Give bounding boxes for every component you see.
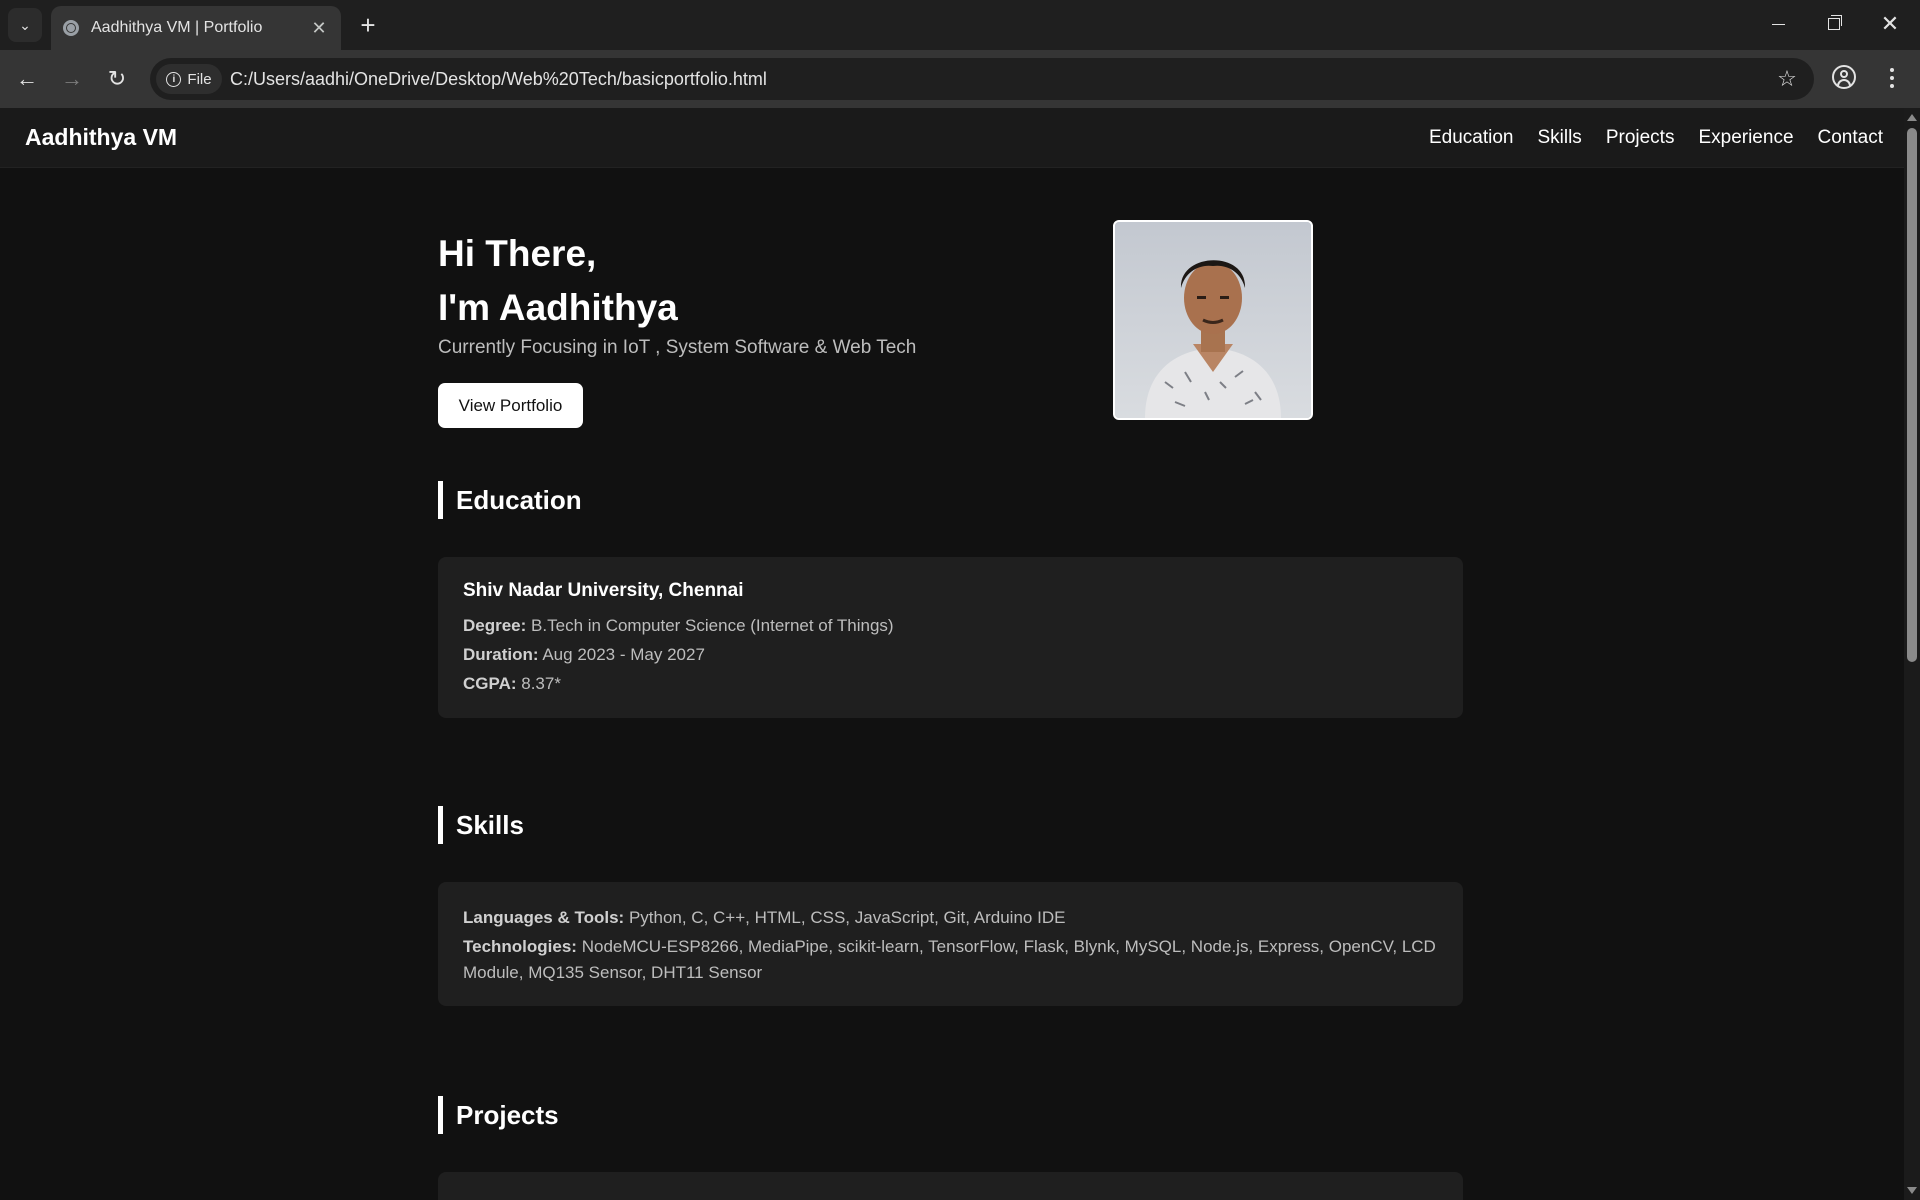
- duration-line: Duration: Aug 2023 - May 2027: [463, 640, 1438, 669]
- page-scrollbar[interactable]: [1904, 108, 1920, 1200]
- nav-link-projects[interactable]: Projects: [1606, 127, 1675, 149]
- languages-value: Python, C, C++, HTML, CSS, JavaScript, G…: [628, 908, 1066, 927]
- education-heading: Education: [438, 481, 582, 519]
- info-icon: i: [166, 71, 182, 87]
- tab-strip: ⌄ Aadhithya VM | Portfolio ✕ + ✕: [0, 0, 1920, 50]
- technologies-line: Technologies: NodeMCU-ESP8266, MediaPipe…: [463, 934, 1438, 986]
- window-close-button[interactable]: ✕: [1862, 0, 1918, 48]
- plus-icon: +: [360, 9, 376, 40]
- new-tab-button[interactable]: +: [353, 10, 383, 40]
- duration-value: Aug 2023 - May 2027: [542, 645, 705, 664]
- arrow-right-icon: →: [61, 66, 83, 91]
- chevron-down-icon: ⌄: [19, 16, 31, 33]
- degree-label: Degree:: [463, 616, 527, 635]
- hero-name: I'm Aadhithya: [438, 287, 678, 328]
- browser-tab[interactable]: Aadhithya VM | Portfolio ✕: [51, 6, 341, 50]
- degree-value: B.Tech in Computer Science (Internet of …: [531, 616, 894, 635]
- forward-button[interactable]: →: [56, 63, 88, 95]
- languages-line: Languages & Tools: Python, C, C++, HTML,…: [463, 905, 1438, 931]
- duration-label: Duration:: [463, 645, 539, 664]
- nav-link-education[interactable]: Education: [1429, 127, 1514, 149]
- hero-heading: Hi There, I'm Aadhithya: [438, 227, 678, 335]
- reload-icon: ↻: [107, 66, 127, 91]
- more-menu-icon[interactable]: [1880, 65, 1904, 91]
- scroll-thumb[interactable]: [1907, 128, 1917, 662]
- institution-name: Shiv Nadar University, Chennai: [463, 580, 744, 601]
- brand-logo[interactable]: Aadhithya VM: [25, 108, 177, 167]
- hero-greeting: Hi There,: [438, 233, 597, 274]
- tab-title: Aadhithya VM | Portfolio: [91, 19, 263, 36]
- cgpa-label: CGPA:: [463, 674, 517, 693]
- browser-toolbar: ← → ↻ i File C:/Users/aadhi/OneDrive/Des…: [0, 50, 1920, 108]
- reload-button[interactable]: ↻: [101, 63, 133, 95]
- back-button[interactable]: ←: [11, 63, 43, 95]
- scroll-down-arrow-icon[interactable]: [1907, 1187, 1917, 1194]
- view-portfolio-button[interactable]: View Portfolio: [438, 383, 583, 428]
- technologies-label: Technologies:: [463, 937, 577, 956]
- site-info-chip[interactable]: i File: [156, 64, 222, 94]
- languages-label: Languages & Tools:: [463, 908, 625, 927]
- cgpa-line: CGPA: 8.37*: [463, 669, 1438, 698]
- minimize-button[interactable]: [1750, 0, 1806, 48]
- hero-subtitle: Currently Focusing in IoT , System Softw…: [438, 337, 917, 358]
- technologies-value: NodeMCU-ESP8266, MediaPipe, scikit-learn…: [463, 937, 1436, 982]
- education-card: Shiv Nadar University, Chennai Degree: B…: [438, 557, 1463, 718]
- nav-link-experience[interactable]: Experience: [1698, 127, 1793, 149]
- arrow-left-icon: ←: [16, 66, 38, 91]
- site-header: Aadhithya VM Education Skills Projects E…: [0, 108, 1904, 168]
- globe-icon: [63, 20, 79, 36]
- page-viewport: Aadhithya VM Education Skills Projects E…: [0, 108, 1904, 1200]
- projects-card: [438, 1172, 1463, 1200]
- restore-icon: [1828, 15, 1842, 30]
- profile-photo: [1113, 220, 1313, 420]
- close-icon[interactable]: ✕: [309, 18, 329, 39]
- projects-heading: Projects: [438, 1096, 559, 1134]
- site-chip-label: File: [187, 70, 212, 88]
- skills-heading: Skills: [438, 806, 524, 844]
- nav-link-contact[interactable]: Contact: [1818, 127, 1883, 149]
- degree-line: Degree: B.Tech in Computer Science (Inte…: [463, 611, 1438, 640]
- url-text[interactable]: C:/Users/aadhi/OneDrive/Desktop/Web%20Te…: [230, 58, 767, 100]
- profile-icon[interactable]: [1832, 65, 1856, 89]
- minimize-icon: [1771, 23, 1785, 25]
- address-bar[interactable]: i File C:/Users/aadhi/OneDrive/Desktop/W…: [150, 58, 1814, 100]
- nav-link-skills[interactable]: Skills: [1537, 127, 1581, 149]
- bookmark-star-icon[interactable]: ☆: [1774, 66, 1800, 92]
- cgpa-value: 8.37*: [521, 674, 561, 693]
- close-icon: ✕: [1880, 11, 1900, 36]
- scroll-up-arrow-icon[interactable]: [1907, 114, 1917, 121]
- restore-button[interactable]: [1806, 0, 1862, 48]
- tab-search-button[interactable]: ⌄: [8, 8, 42, 42]
- skills-card: Languages & Tools: Python, C, C++, HTML,…: [438, 882, 1463, 1006]
- site-nav: Education Skills Projects Experience Con…: [1429, 108, 1904, 167]
